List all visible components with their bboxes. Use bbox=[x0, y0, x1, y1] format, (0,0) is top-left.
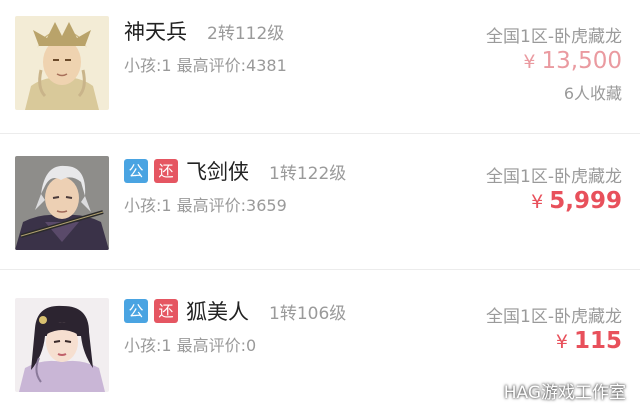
public-badge: 公 bbox=[124, 299, 148, 323]
price: ¥ 13,500 bbox=[523, 48, 622, 74]
character-stats: 小孩:1 最高评价:0 bbox=[124, 336, 257, 355]
character-avatar bbox=[15, 298, 109, 392]
character-name: 飞剑侠 bbox=[186, 160, 249, 184]
character-avatar bbox=[15, 156, 109, 250]
character-avatar bbox=[15, 16, 109, 110]
currency-symbol: ¥ bbox=[523, 51, 536, 73]
server-name: 全国1区-卧虎藏龙 bbox=[486, 167, 622, 187]
character-level: 2转112级 bbox=[207, 23, 285, 44]
watermark: HAG游戏工作室 bbox=[475, 378, 626, 403]
server-name: 全国1区-卧虎藏龙 bbox=[486, 27, 622, 47]
divider bbox=[0, 269, 640, 270]
character-level: 1转122级 bbox=[269, 163, 347, 184]
price-amount: 13,500 bbox=[541, 48, 622, 74]
character-stats: 小孩:1 最高评价:4381 bbox=[124, 56, 287, 75]
listing-page: 神天兵 2转112级 小孩:1 最高评价:4381 全国1区-卧虎藏龙 ¥ 13… bbox=[0, 0, 640, 413]
character-stats: 小孩:1 最高评价:3659 bbox=[124, 196, 287, 215]
name-row: 公 还 飞剑侠 1转122级 bbox=[124, 154, 346, 188]
return-badge: 还 bbox=[154, 159, 178, 183]
return-badge: 还 bbox=[154, 299, 178, 323]
favorites-count: 6人收藏 bbox=[563, 84, 622, 103]
watermark-text: HAG游戏工作室 bbox=[503, 383, 626, 403]
name-row: 公 还 狐美人 1转106级 bbox=[124, 294, 346, 328]
currency-symbol: ¥ bbox=[555, 331, 568, 353]
listing-item[interactable]: 公 还 飞剑侠 1转122级 小孩:1 最高评价:3659 全国1区-卧虎藏龙 … bbox=[0, 136, 640, 270]
price: ¥ 115 bbox=[556, 328, 622, 354]
character-name: 神天兵 bbox=[124, 20, 187, 44]
server-name: 全国1区-卧虎藏龙 bbox=[486, 307, 622, 327]
price: ¥ 5,999 bbox=[531, 188, 622, 214]
name-row: 神天兵 2转112级 bbox=[124, 14, 284, 48]
divider bbox=[0, 133, 640, 134]
listing-item[interactable]: 神天兵 2转112级 小孩:1 最高评价:4381 全国1区-卧虎藏龙 ¥ 13… bbox=[0, 0, 640, 134]
price-amount: 115 bbox=[573, 328, 622, 354]
wechat-icon bbox=[475, 379, 498, 402]
character-name: 狐美人 bbox=[186, 300, 249, 324]
public-badge: 公 bbox=[124, 159, 148, 183]
character-level: 1转106级 bbox=[269, 303, 347, 324]
currency-symbol: ¥ bbox=[531, 191, 544, 213]
price-amount: 5,999 bbox=[549, 188, 622, 214]
